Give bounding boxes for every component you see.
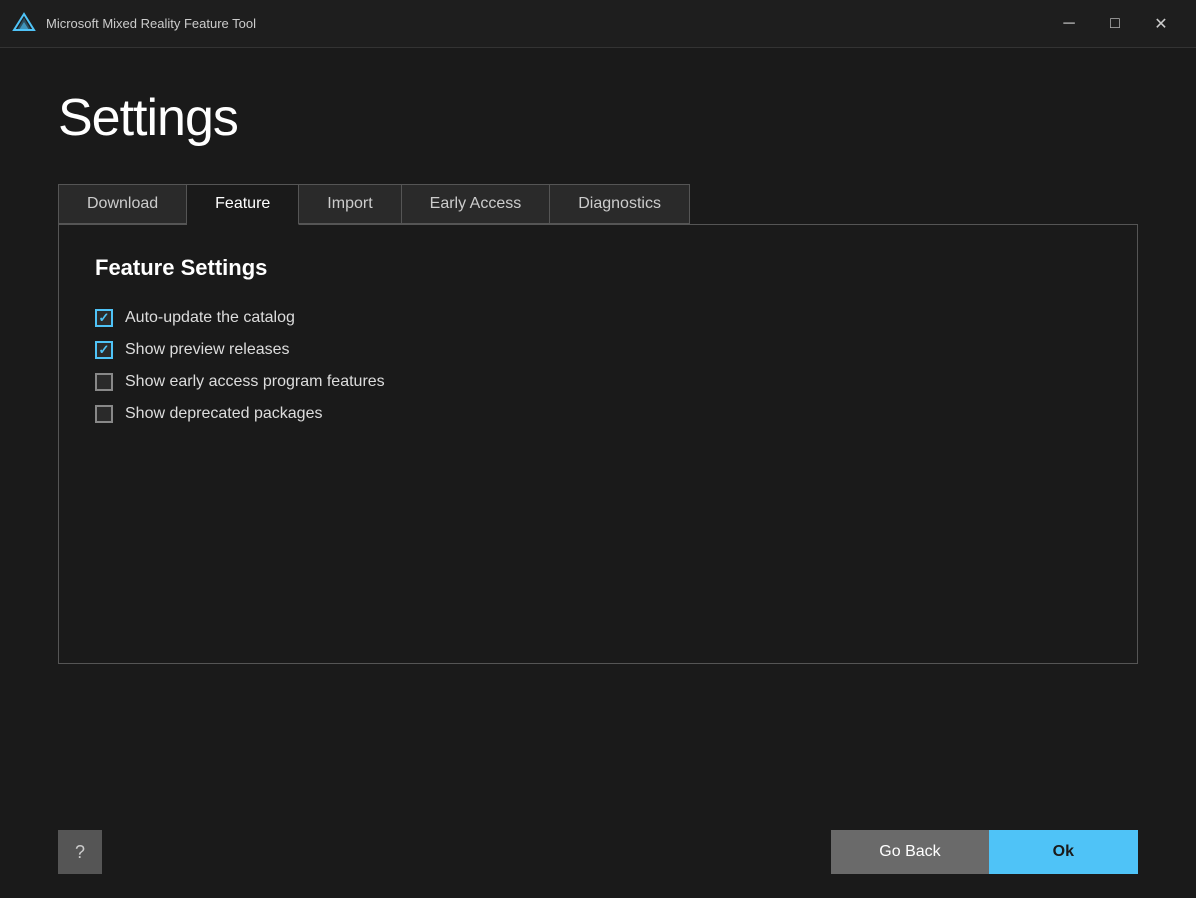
- checkbox-show-deprecated[interactable]: [95, 405, 113, 423]
- action-buttons: Go Back Ok: [831, 830, 1138, 874]
- checkbox-label-show-preview: Show preview releases: [125, 341, 290, 359]
- checkbox-item-auto-update[interactable]: Auto-update the catalog: [95, 309, 1101, 327]
- page-title: Settings: [58, 88, 1138, 148]
- checkbox-show-preview[interactable]: [95, 341, 113, 359]
- bottom-bar: ? Go Back Ok: [0, 830, 1196, 898]
- checkbox-list: Auto-update the catalog Show preview rel…: [95, 309, 1101, 423]
- section-title: Feature Settings: [95, 255, 1101, 281]
- content-panel: Feature Settings Auto-update the catalog…: [58, 224, 1138, 664]
- tab-early-access[interactable]: Early Access: [402, 185, 551, 224]
- window-controls: ─ □ ✕: [1046, 8, 1184, 40]
- checkbox-label-show-early-access: Show early access program features: [125, 373, 385, 391]
- checkbox-label-show-deprecated: Show deprecated packages: [125, 405, 322, 423]
- checkbox-item-show-deprecated[interactable]: Show deprecated packages: [95, 405, 1101, 423]
- go-back-button[interactable]: Go Back: [831, 830, 988, 874]
- tab-import[interactable]: Import: [299, 185, 401, 224]
- minimize-button[interactable]: ─: [1046, 8, 1092, 40]
- checkbox-item-show-early-access[interactable]: Show early access program features: [95, 373, 1101, 391]
- main-content: Settings Download Feature Import Early A…: [0, 48, 1196, 830]
- checkbox-label-auto-update: Auto-update the catalog: [125, 309, 295, 327]
- close-button[interactable]: ✕: [1138, 8, 1184, 40]
- checkbox-auto-update[interactable]: [95, 309, 113, 327]
- app-title: Microsoft Mixed Reality Feature Tool: [46, 16, 1046, 31]
- app-icon: [12, 12, 36, 36]
- maximize-button[interactable]: □: [1092, 8, 1138, 40]
- tab-feature[interactable]: Feature: [187, 185, 299, 225]
- checkbox-show-early-access[interactable]: [95, 373, 113, 391]
- ok-button[interactable]: Ok: [989, 830, 1138, 874]
- titlebar: Microsoft Mixed Reality Feature Tool ─ □…: [0, 0, 1196, 48]
- help-button[interactable]: ?: [58, 830, 102, 874]
- tab-download[interactable]: Download: [59, 185, 187, 224]
- tabs-bar: Download Feature Import Early Access Dia…: [58, 184, 690, 224]
- checkbox-item-show-preview[interactable]: Show preview releases: [95, 341, 1101, 359]
- tab-diagnostics[interactable]: Diagnostics: [550, 185, 689, 224]
